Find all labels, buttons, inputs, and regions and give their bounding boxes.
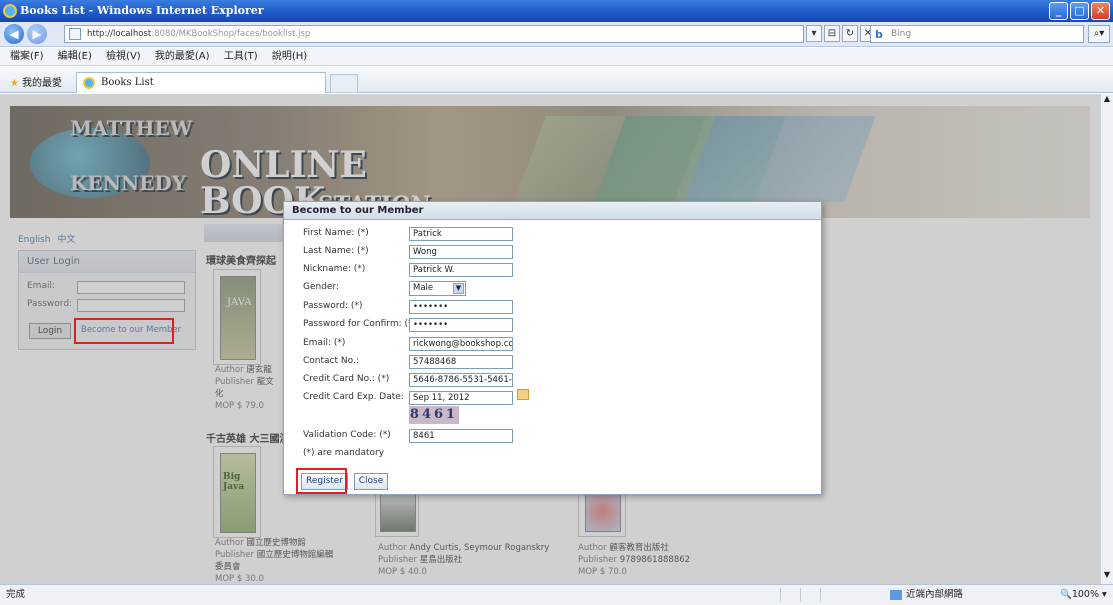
contact-label: Contact No.: — [303, 356, 359, 366]
back-button[interactable]: ◀ — [4, 24, 24, 44]
password-confirm-label: Password for Confirm: (*) — [303, 319, 417, 329]
captcha-image: 8461 — [409, 406, 459, 424]
zoom-level[interactable]: 🔍100% ▾ — [1060, 585, 1107, 605]
tab-ie-icon — [83, 77, 95, 89]
exp-date-label: Credit Card Exp. Date: — [303, 392, 404, 402]
contact-field[interactable]: 57488468 — [409, 355, 513, 369]
close-button[interactable]: Close — [354, 473, 388, 490]
refresh-icon[interactable]: ↻ — [842, 25, 858, 42]
password-field[interactable]: ••••••• — [409, 300, 513, 314]
mandatory-note: (*) are mandatory — [303, 448, 385, 458]
last-name-label: Last Name: (*) — [303, 246, 369, 256]
menu-favorites[interactable]: 我的最愛(A) — [155, 51, 210, 62]
chevron-down-icon[interactable]: ▼ — [453, 283, 464, 294]
menu-view[interactable]: 檢視(V) — [106, 51, 141, 62]
tab-title: Books List — [101, 77, 154, 88]
validation-code-field[interactable]: 8461 — [409, 429, 513, 443]
forward-button[interactable]: ▶ — [27, 24, 47, 44]
window-title: Books List - Windows Internet Explorer — [20, 4, 264, 17]
menu-help[interactable]: 說明(H) — [272, 51, 307, 62]
page-icon — [69, 28, 81, 40]
favorites-bar: ★ 我的最愛 Books List — [0, 66, 1113, 93]
menu-file[interactable]: 檔案(F) — [10, 51, 44, 62]
new-tab-button[interactable] — [330, 74, 358, 93]
address-dropdown-icon[interactable]: ▾ — [806, 25, 822, 42]
compat-view-icon[interactable]: ⊟ — [824, 25, 840, 42]
address-tools: ▾ ⊟ ↻ ✕ — [806, 25, 876, 42]
navigation-bar: ◀ ▶ http://localhost:8080/MKBookShop/fac… — [0, 22, 1113, 47]
star-icon: ★ — [10, 78, 19, 89]
status-divider — [800, 588, 801, 602]
nickname-field[interactable]: Patrick W. — [409, 263, 513, 277]
status-text: 完成 — [6, 589, 26, 600]
credit-card-label: Credit Card No.: (*) — [303, 374, 390, 384]
status-divider — [780, 588, 781, 602]
first-name-label: First Name: (*) — [303, 228, 369, 238]
email-label: Email: (*) — [303, 338, 346, 348]
gender-value: Male — [413, 283, 434, 293]
last-name-field[interactable]: Wong — [409, 245, 513, 259]
search-input[interactable]: b Bing — [870, 25, 1084, 43]
security-zone[interactable]: 近端內部網路 — [890, 585, 963, 605]
maximize-button[interactable]: □ — [1070, 2, 1089, 20]
zoom-value: 100% — [1071, 589, 1100, 600]
window-controls: _ □ ✕ — [1049, 2, 1110, 20]
gender-select[interactable]: Male ▼ — [409, 281, 466, 296]
exp-date-field[interactable]: Sep 11, 2012 — [409, 391, 513, 405]
password-label: Password: (*) — [303, 301, 363, 311]
menu-bar: 檔案(F) 編輯(E) 檢視(V) 我的最愛(A) 工具(T) 說明(H) — [0, 48, 1113, 66]
menu-tools[interactable]: 工具(T) — [224, 51, 258, 62]
gender-label: Gender: — [303, 282, 340, 292]
register-dialog: Become to our Member First Name: (*) Pat… — [283, 201, 822, 495]
vertical-scrollbar[interactable]: ▲ ▼ — [1100, 94, 1113, 584]
search-button[interactable]: ⌕▾ — [1088, 25, 1110, 43]
credit-card-field[interactable]: 5646-8786-5531-5461-80 — [409, 373, 513, 387]
favorites-button[interactable]: ★ 我的最愛 — [10, 74, 62, 89]
url-path: :8080/MKBookShop/faces/booklist.jsp — [151, 29, 311, 39]
first-name-field[interactable]: Patrick — [409, 227, 513, 241]
highlight-register-link — [74, 318, 174, 344]
scroll-down-icon[interactable]: ▼ — [1101, 570, 1113, 584]
highlight-register-button — [296, 468, 347, 494]
network-icon — [890, 589, 902, 600]
zone-label: 近端內部網路 — [906, 589, 964, 600]
password-confirm-field[interactable]: ••••••• — [409, 318, 513, 332]
tab-books-list[interactable]: Books List — [76, 72, 326, 93]
menu-edit[interactable]: 編輯(E) — [58, 51, 92, 62]
close-window-button[interactable]: ✕ — [1091, 2, 1110, 20]
bing-logo-icon: b — [875, 28, 883, 41]
ie-logo-icon — [3, 4, 17, 18]
calendar-icon[interactable] — [517, 389, 529, 400]
address-bar[interactable]: http://localhost:8080/MKBookShop/faces/b… — [64, 25, 804, 43]
email-field[interactable]: rickwong@bookshop.com — [409, 337, 513, 351]
search-placeholder: Bing — [891, 29, 912, 39]
nickname-label: Nickname: (*) — [303, 264, 366, 274]
window-titlebar: Books List - Windows Internet Explorer _… — [0, 0, 1113, 22]
favorites-label: 我的最愛 — [21, 78, 62, 89]
minimize-button[interactable]: _ — [1049, 2, 1068, 20]
validation-code-label: Validation Code: (*) — [303, 430, 391, 440]
status-bar: 完成 近端內部網路 🔍100% ▾ — [0, 584, 1113, 605]
url-host: http://localhost — [87, 29, 152, 39]
status-divider — [820, 588, 821, 602]
dialog-title: Become to our Member — [284, 202, 821, 220]
scroll-up-icon[interactable]: ▲ — [1101, 94, 1113, 108]
